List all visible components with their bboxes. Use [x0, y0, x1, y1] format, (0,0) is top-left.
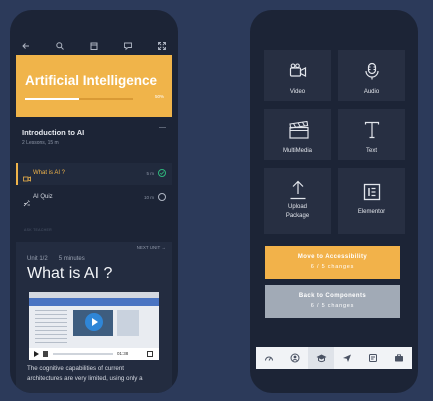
tile-label: Upload	[287, 204, 307, 210]
briefcase-icon[interactable]	[386, 347, 412, 369]
profile-icon[interactable]	[282, 347, 308, 369]
phone-left: Artificial Intelligence 50% Introduction…	[10, 10, 178, 393]
course-section-title: Introduction to AI	[22, 128, 85, 137]
lesson-body-line: architectures are very limited, using on…	[27, 375, 143, 382]
more-options-icon[interactable]: —	[159, 124, 166, 131]
course-progress-label: 50%	[154, 94, 164, 99]
next-unit-link[interactable]: NEXT UNIT →	[137, 245, 166, 250]
not-started-circle-icon	[158, 193, 166, 201]
tile-label: Audio	[363, 89, 380, 95]
video-frame-sidebar	[117, 310, 139, 336]
fullscreen-icon[interactable]	[147, 351, 153, 357]
phone-right: Video Audio MultiMedia Text Upload Packa…	[250, 10, 418, 393]
component-tile-video[interactable]: Video	[264, 50, 331, 101]
play-button[interactable]	[85, 313, 103, 331]
tile-label: Elementor	[357, 209, 386, 215]
course-section-meta: 2 Lessons, 15 m	[22, 140, 59, 146]
unit-number: Unit 1/2	[27, 256, 48, 262]
bottom-nav	[256, 347, 412, 369]
lesson-item-label: What is AI ?	[33, 170, 66, 176]
lesson-content-panel: NEXT UNIT → Unit 1/2 5 minutes What is AI…	[16, 242, 172, 393]
video-camera-icon	[289, 62, 307, 80]
course-section-header[interactable]: Introduction to AI 2 Lessons, 15 m —	[16, 120, 172, 160]
course-progress-fill	[25, 98, 79, 100]
bookmark-icon[interactable]	[89, 41, 99, 51]
lesson-item-what-is-ai[interactable]: What is AI ? 5 m	[16, 163, 172, 185]
arrow-right-icon: →	[161, 245, 167, 250]
lesson-item-label: AI Quiz	[33, 194, 53, 200]
component-tile-elementor[interactable]: Elementor	[338, 168, 405, 234]
next-unit-label: NEXT UNIT	[136, 245, 161, 250]
back-arrow-icon[interactable]	[21, 41, 31, 51]
dashboard-icon[interactable]	[256, 347, 282, 369]
video-frame-header	[29, 298, 159, 306]
component-tile-upload-package[interactable]: Upload Package	[264, 168, 331, 234]
lesson-body-text: The cognitive capabilities of current ar…	[27, 364, 165, 384]
tile-label: Package	[285, 213, 310, 219]
course-hero: Artificial Intelligence 50%	[16, 55, 172, 117]
tile-label: Video	[289, 89, 306, 95]
chat-icon[interactable]	[123, 41, 133, 51]
button-label: Back to Components	[298, 293, 367, 299]
changes-count: 6 / 5 changes	[310, 264, 355, 270]
microphone-icon	[363, 62, 381, 80]
tile-label: Text	[365, 148, 377, 154]
component-tile-audio[interactable]: Audio	[338, 50, 405, 101]
volume-icon[interactable]	[43, 351, 48, 357]
lesson-toolbar	[16, 38, 172, 54]
back-to-components-button[interactable]: Back to Components 6 / 5 changes	[265, 285, 400, 318]
lesson-item-time: 5 m	[146, 171, 154, 176]
button-label: Move to Accessibility	[297, 254, 368, 260]
video-player[interactable]: 01:38	[29, 292, 159, 360]
component-tile-text[interactable]: Text	[338, 109, 405, 160]
ask-teacher-link[interactable]: ASK TEACHER	[24, 228, 52, 232]
lesson-item-time: 10 m	[143, 195, 154, 200]
video-time: 01:38	[117, 351, 129, 356]
lesson-heading: What is AI ?	[27, 265, 113, 282]
play-icon[interactable]	[34, 351, 39, 357]
lesson-body-line: The cognitive capabilities of current	[27, 365, 124, 372]
elementor-icon	[363, 183, 381, 201]
course-progress-bar	[25, 98, 133, 100]
quiz-icon	[23, 194, 31, 207]
video-frame-text	[35, 310, 67, 344]
video-icon	[23, 170, 31, 182]
courses-icon[interactable]	[308, 347, 334, 369]
changes-count: 6 / 5 changes	[310, 303, 355, 309]
upload-icon	[289, 180, 307, 200]
video-controls: 01:38	[29, 348, 159, 360]
lesson-item-ai-quiz[interactable]: AI Quiz 10 m	[16, 187, 172, 209]
notes-icon[interactable]	[360, 347, 386, 369]
clapperboard-icon	[288, 120, 309, 139]
move-to-accessibility-button[interactable]: Move to Accessibility 6 / 5 changes	[265, 246, 400, 279]
course-hero-title: Artificial Intelligence	[25, 73, 158, 88]
completed-check-icon	[158, 169, 166, 177]
expand-icon[interactable]	[157, 41, 167, 51]
unit-duration: 5 minutes	[58, 256, 85, 262]
unit-info: Unit 1/2 5 minutes	[27, 256, 85, 262]
video-seek-bar[interactable]	[53, 353, 113, 355]
search-icon[interactable]	[55, 41, 65, 51]
text-icon	[363, 121, 381, 139]
tile-label: MultiMedia	[282, 148, 312, 154]
component-tile-multimedia[interactable]: MultiMedia	[264, 109, 331, 160]
send-icon[interactable]	[334, 347, 360, 369]
